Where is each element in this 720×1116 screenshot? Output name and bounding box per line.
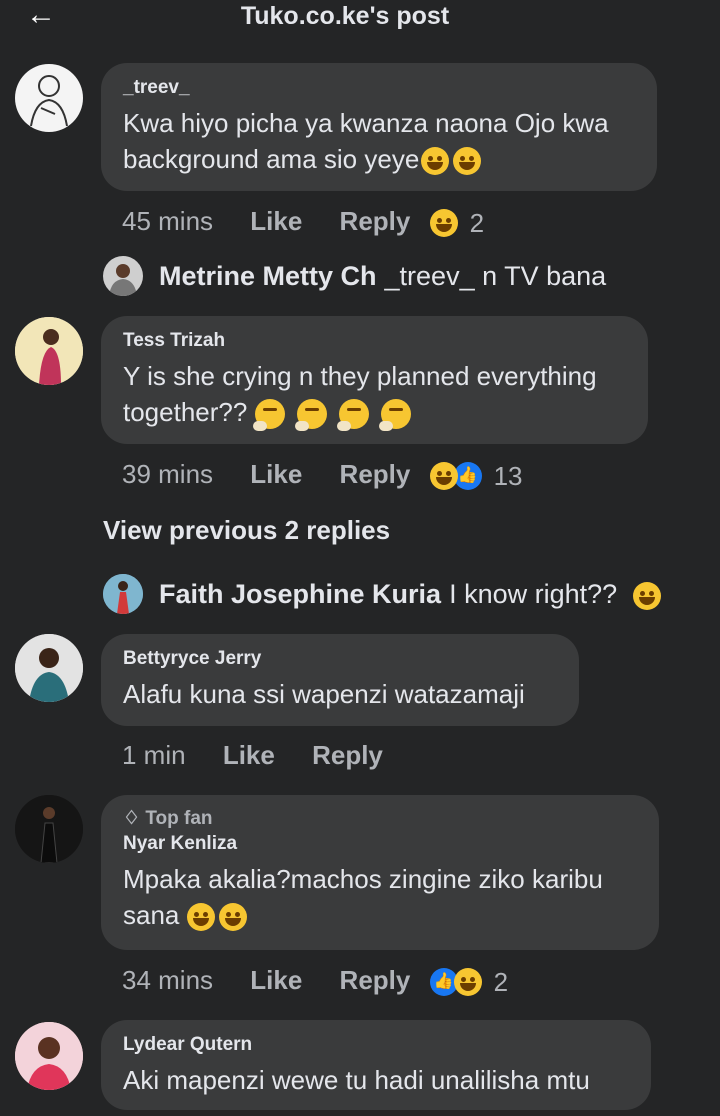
- tears-of-joy-emoji-icon: [632, 581, 661, 610]
- tears-of-joy-emoji-icon: [218, 903, 247, 932]
- comment-time: 39 mins: [122, 459, 214, 489]
- page-title: Tuko.co.ke's post: [240, 2, 450, 30]
- reactions-summary[interactable]: 2: [429, 206, 485, 240]
- reply-button[interactable]: Reply: [340, 457, 411, 491]
- comment-author[interactable]: Nyar Kenliza: [123, 833, 637, 855]
- reply-author[interactable]: Faith Josephine Kuria: [159, 579, 441, 609]
- comment-actions: 39 mins Like Reply 👍 13: [122, 457, 523, 491]
- comment-text: Mpaka akalia?machos zingine ziko karibu …: [123, 864, 603, 932]
- diamond-icon: ♢: [123, 808, 141, 829]
- comment-text: Kwa hiyo picha ya kwanza naona Ojo kwa b…: [123, 108, 609, 176]
- comment-author[interactable]: Bettyryce Jerry: [123, 648, 557, 670]
- laughing-emoji-icon: [453, 968, 482, 997]
- reactions-summary[interactable]: 👍 2: [429, 965, 509, 999]
- like-button[interactable]: Like: [250, 457, 302, 491]
- comment-time: 34 mins: [122, 965, 214, 995]
- comment-bubble: ♢ Top fan Nyar Kenliza Mpaka akalia?mach…: [101, 795, 659, 950]
- thinking-emoji-icon: [252, 399, 285, 432]
- comment-text: Y is she crying n they planned everythin…: [123, 358, 626, 432]
- reply-button[interactable]: Reply: [312, 738, 383, 772]
- reply-author[interactable]: Metrine Metty Ch: [159, 261, 377, 291]
- top-fan-badge: ♢ Top fan: [123, 808, 213, 829]
- reply-text: _treev_ n TV bana: [384, 261, 607, 291]
- reaction-count: 2: [493, 967, 509, 998]
- reaction-count: 2: [469, 208, 485, 239]
- like-button[interactable]: Like: [223, 738, 275, 772]
- comment-bubble: Bettyryce Jerry Alafu kuna ssi wapenzi w…: [101, 634, 579, 726]
- reply-text: I know right??: [449, 579, 618, 609]
- reply-item: Metrine Metty Ch _treev_ n TV bana: [159, 259, 606, 293]
- comment-author[interactable]: _treev_: [123, 77, 635, 99]
- laughing-emoji-icon: [429, 209, 458, 238]
- comment-author[interactable]: Tess Trizah: [123, 330, 626, 352]
- like-button[interactable]: Like: [250, 204, 302, 238]
- avatar[interactable]: [15, 317, 83, 385]
- avatar[interactable]: [15, 1022, 83, 1090]
- avatar[interactable]: [103, 574, 143, 614]
- comment-text: Aki mapenzi wewe tu hadi unalilisha mtu: [123, 1065, 590, 1095]
- comment-actions: 45 mins Like Reply 2: [122, 204, 484, 238]
- like-icon: 👍: [453, 462, 482, 491]
- top-bar: ← Tuko.co.ke's post: [0, 0, 720, 40]
- reply-item: Faith Josephine Kuria I know right??: [159, 577, 661, 611]
- comment-actions: 34 mins Like Reply 👍 2: [122, 963, 508, 997]
- avatar[interactable]: [103, 256, 143, 296]
- comment-text: Alafu kuna ssi wapenzi watazamaji: [123, 679, 525, 709]
- reaction-count: 13: [493, 461, 523, 492]
- reply-button[interactable]: Reply: [340, 963, 411, 997]
- avatar[interactable]: [15, 795, 83, 863]
- avatar[interactable]: [15, 634, 83, 702]
- reply-button[interactable]: Reply: [340, 204, 411, 238]
- comment-actions: 1 min Like Reply: [122, 738, 383, 772]
- reactions-summary[interactable]: 👍 13: [429, 459, 523, 493]
- laughing-emoji-icon: [429, 462, 458, 491]
- comment-bubble: Tess Trizah Y is she crying n they plann…: [101, 316, 648, 444]
- view-previous-replies-button[interactable]: View previous 2 replies: [103, 515, 390, 546]
- laughing-emoji-icon: [421, 147, 450, 176]
- laughing-emoji-icon: [453, 147, 482, 176]
- like-button[interactable]: Like: [250, 963, 302, 997]
- comment-bubble: _treev_ Kwa hiyo picha ya kwanza naona O…: [101, 63, 657, 191]
- comment-author[interactable]: Lydear Qutern: [123, 1034, 629, 1056]
- thinking-emoji-icon: [336, 399, 369, 432]
- comment-time: 1 min: [122, 740, 186, 770]
- thinking-emoji-icon: [378, 399, 411, 432]
- comment-time: 45 mins: [122, 206, 214, 236]
- comment-bubble: Lydear Qutern Aki mapenzi wewe tu hadi u…: [101, 1020, 651, 1110]
- thinking-emoji-icon: [294, 399, 327, 432]
- tears-of-joy-emoji-icon: [186, 903, 215, 932]
- avatar[interactable]: [15, 64, 83, 132]
